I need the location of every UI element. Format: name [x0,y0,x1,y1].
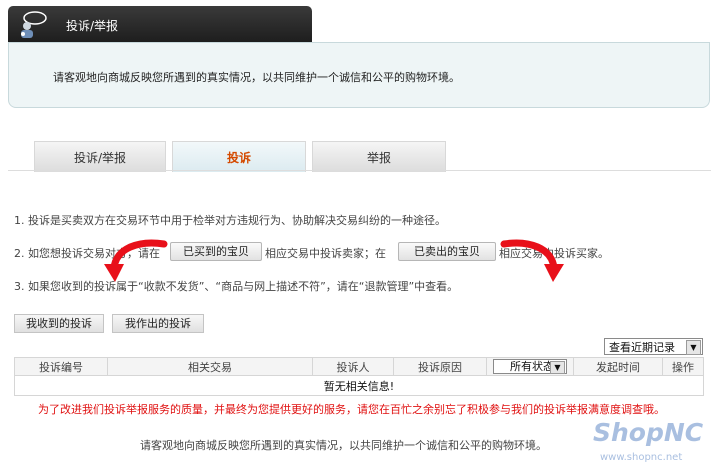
col-reason: 投诉原因 [393,357,487,376]
status-select-value: 所有状态 [510,360,554,373]
empty-message: 暂无相关信息! [14,375,704,396]
chevron-down-icon[interactable]: ▼ [686,340,701,355]
bought-items-button[interactable]: 已买到的宝贝 [170,242,262,261]
col-status: 所有状态 ▼ [486,357,574,376]
page-header: 投诉/举报 [8,6,312,42]
sold-items-button[interactable]: 已卖出的宝贝 [398,242,496,261]
col-related-trade: 相关交易 [107,357,313,376]
shopnc-logo: ShopNC [593,418,704,447]
instruction-line-1: 1. 投诉是买卖双方在交易环节中用于检举对方违规行为、协助解决交易纠纷的一种途径… [14,214,446,227]
tab-complaint-report[interactable]: 投诉/举报 [34,141,166,172]
complaint-bubble-icon [21,11,47,38]
instruction-line-2-b: 相应交易中投诉卖家；在 [265,247,386,260]
red-arrow-right-icon [500,239,564,282]
recent-records-value: 查看近期记录 [609,341,675,354]
notice-box: 请客观地向商城反映您所遇到的真实情况，以共同维护一个诚信和公平的购物环境。 [8,42,710,108]
col-actions: 操作 [662,357,704,376]
shopnc-url: www.shopnc.net [600,452,683,463]
complaints-table: 投诉编号 相关交易 投诉人 投诉原因 所有状态 ▼ 发起时间 操作 暂无相关信息… [14,357,704,396]
survey-notice[interactable]: 为了改进我们投诉举报服务的质量，并最终为您提供更好的服务，请您在百忙之余别忘了积… [14,401,694,418]
notice-text: 请客观地向商城反映您所遇到的真实情况，以共同维护一个诚信和公平的购物环境。 [53,71,460,84]
chevron-down-icon[interactable]: ▼ [550,361,565,374]
col-complainant: 投诉人 [312,357,394,376]
instruction-line-3: 3. 如果您收到的投诉属于“收款不发货”、“商品与网上描述不符”，请在“退款管理… [14,280,459,293]
received-complaints-tab[interactable]: 我收到的投诉 [14,314,104,333]
recent-records-select[interactable]: 查看近期记录 ▼ [604,338,703,355]
made-complaints-tab[interactable]: 我作出的投诉 [112,314,204,333]
table-header-row: 投诉编号 相关交易 投诉人 投诉原因 所有状态 ▼ 发起时间 操作 [14,357,704,376]
header-title: 投诉/举报 [66,19,119,33]
red-arrow-left-icon [104,239,168,282]
footer-text: 请客观地向商城反映您所遇到的真实情况，以共同维护一个诚信和公平的购物环境。 [140,439,547,452]
status-select[interactable]: 所有状态 ▼ [493,359,567,374]
col-start-time: 发起时间 [573,357,663,376]
table-row: 暂无相关信息! [14,375,704,396]
tab-complaint[interactable]: 投诉 [172,141,306,172]
col-complaint-id: 投诉编号 [14,357,108,376]
tab-report[interactable]: 举报 [312,141,446,172]
